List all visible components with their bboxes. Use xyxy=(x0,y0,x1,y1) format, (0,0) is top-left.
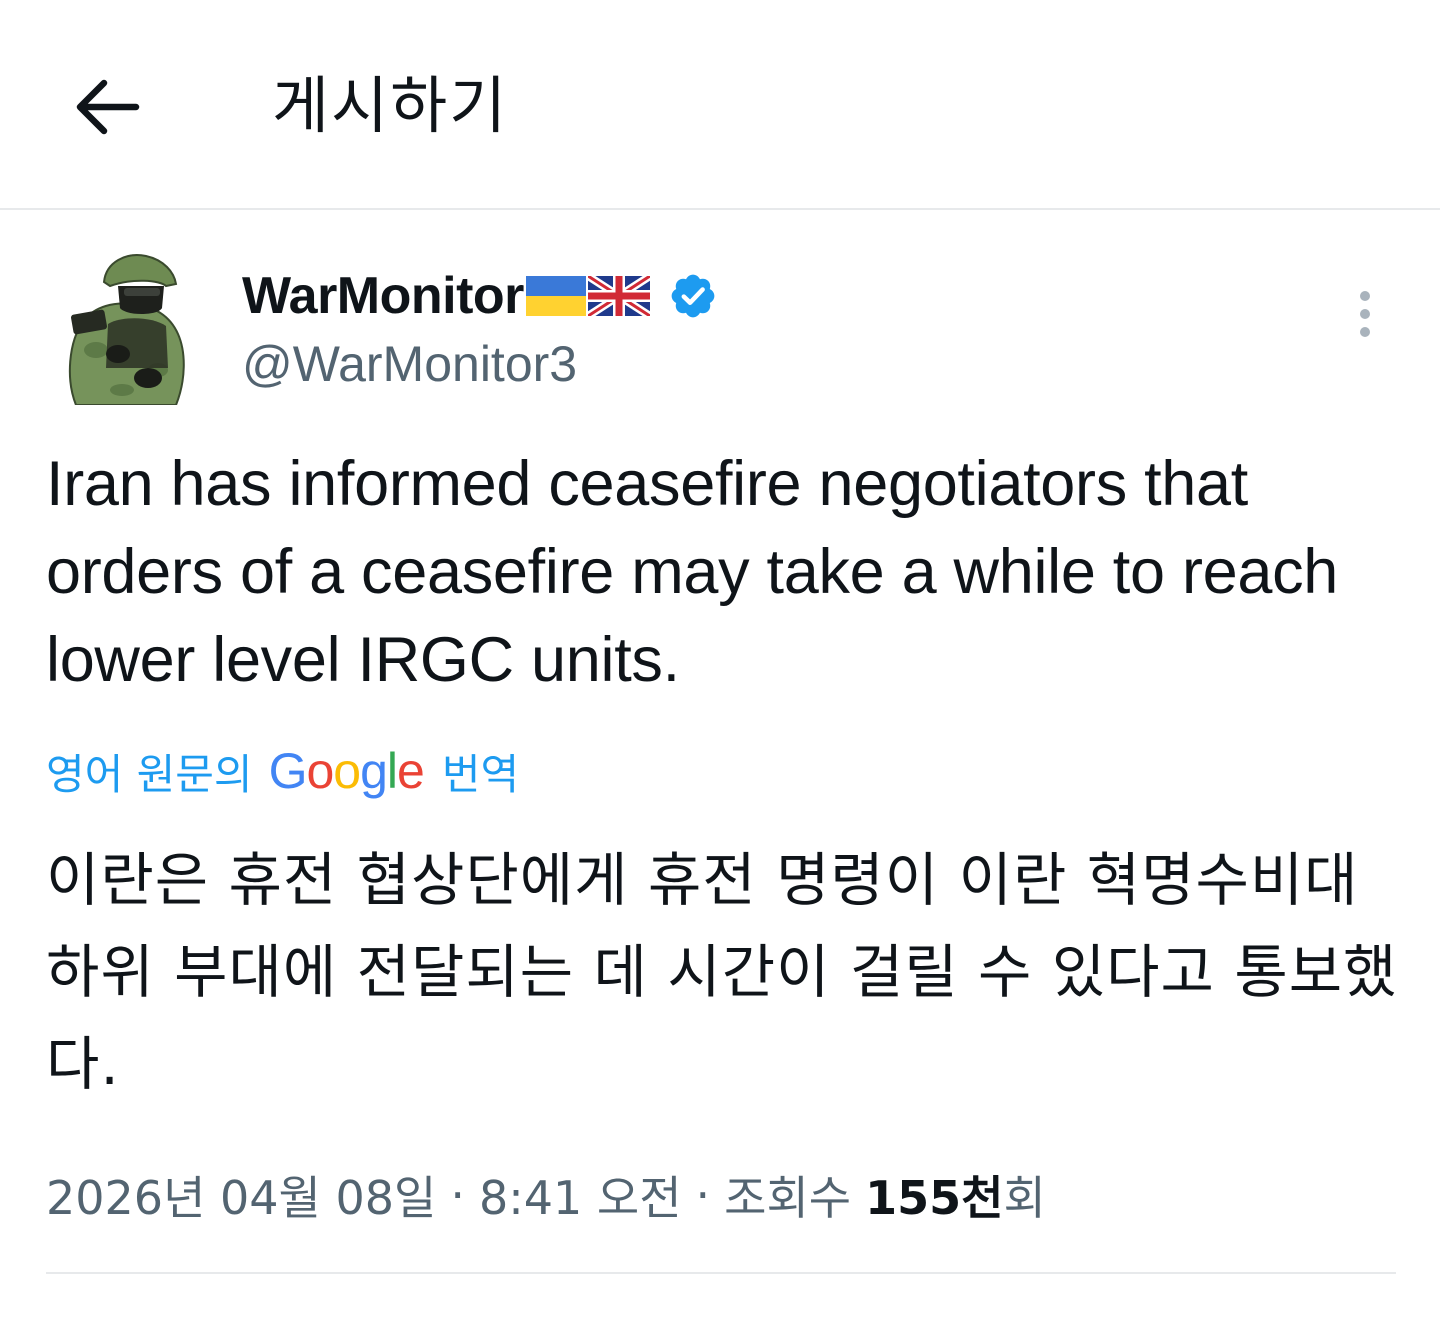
tweet-meta: 2026년 04월 08일 · 8:41 오전 · 조회수 155천 회 xyxy=(46,1160,1046,1230)
top-bar: 게시하기 xyxy=(0,0,1440,210)
tweet-date[interactable]: 2026년 04월 08일 xyxy=(46,1162,436,1228)
uk-flag-icon xyxy=(587,276,650,316)
back-button[interactable] xyxy=(62,62,152,152)
views-count[interactable]: 155천 xyxy=(865,1162,1003,1228)
avatar[interactable] xyxy=(62,250,190,406)
arrow-left-icon xyxy=(76,79,140,135)
more-options-button[interactable] xyxy=(1340,282,1390,346)
display-name-row[interactable]: WarMonitor xyxy=(242,264,718,328)
translation-prefix: 영어 원문의 xyxy=(46,749,253,799)
tweet-time[interactable]: 8:41 오전 xyxy=(479,1162,682,1228)
views-suffix: 회 xyxy=(1003,1171,1046,1225)
ukraine-flag-icon xyxy=(525,276,586,316)
translated-text: 이란은 휴전 협상단에게 휴전 명령이 이란 혁명수비대 하위 부대에 전달되는… xyxy=(46,846,1398,1098)
views-label: 조회수 xyxy=(724,1171,852,1225)
handle[interactable]: @WarMonitor3 xyxy=(242,332,577,396)
display-name[interactable]: WarMonitor xyxy=(242,264,524,328)
more-vertical-icon-dot xyxy=(1360,327,1370,337)
meta-separator: · xyxy=(695,1168,711,1222)
more-vertical-icon-dot xyxy=(1360,309,1370,319)
tweet-text: Iran has informed ceasefire negotiators … xyxy=(46,449,1339,695)
google-logo: Google xyxy=(268,743,425,799)
translation-suffix: 번역 xyxy=(441,749,520,799)
meta-separator: · xyxy=(450,1168,465,1222)
verified-badge-icon[interactable] xyxy=(668,271,718,321)
more-vertical-icon xyxy=(1360,291,1370,301)
divider xyxy=(46,1272,1396,1274)
translation-link[interactable]: 영어 원문의 Google 번역 xyxy=(46,736,519,806)
page-title: 게시하기 xyxy=(272,69,509,142)
soldier-avatar-icon xyxy=(68,254,185,406)
